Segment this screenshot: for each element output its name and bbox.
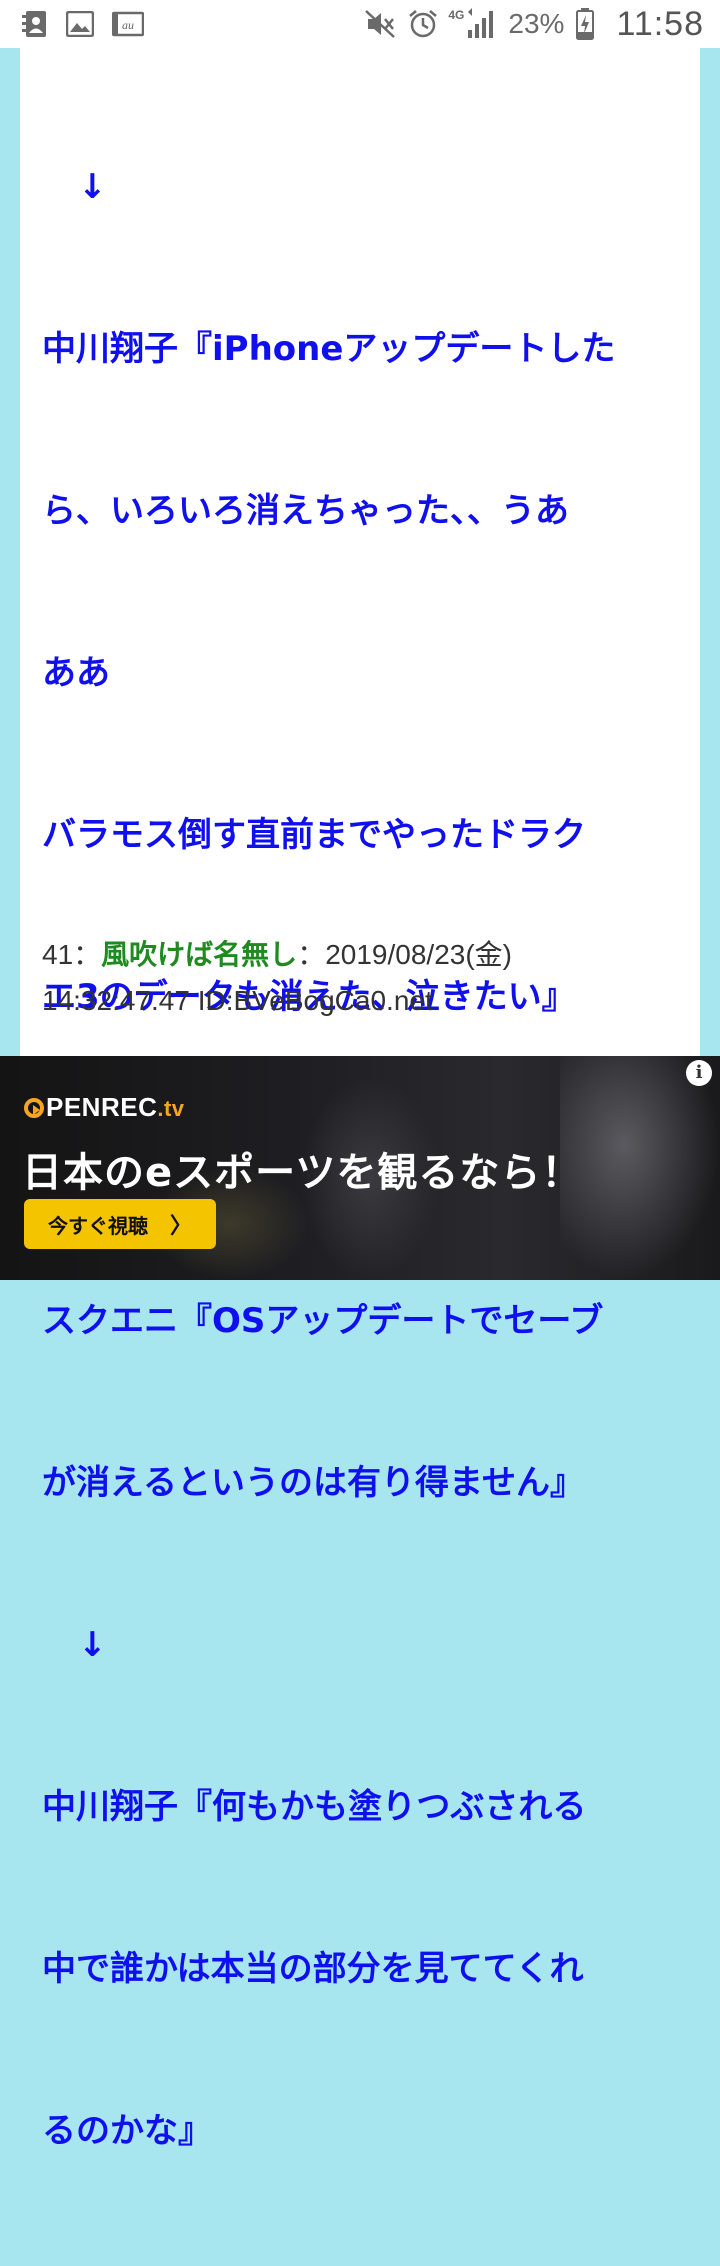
chevron-right-icon: 〉 xyxy=(169,1214,192,1239)
post-line: ら、いろいろ消えちゃった、、うあ xyxy=(42,491,569,531)
image-icon xyxy=(66,11,94,37)
play-circle-icon xyxy=(24,1098,44,1118)
meta-separator: ： xyxy=(297,939,326,970)
status-bar-left: au xyxy=(22,9,162,39)
ad-background-figure xyxy=(560,1056,720,1280)
au-icon: au xyxy=(112,10,144,38)
logo-suffix: .tv xyxy=(157,1096,185,1121)
clock: 11:58 xyxy=(616,4,704,43)
battery-percent: 23% xyxy=(508,8,565,39)
post-number[interactable]: 41 xyxy=(42,939,73,970)
logo-text: PENREC xyxy=(46,1092,158,1122)
alarm-icon xyxy=(408,9,438,39)
post-line: バラモス倒す直前までやったドラク xyxy=(42,815,586,855)
post-line: ああ xyxy=(42,653,110,693)
au-label: au xyxy=(122,18,134,32)
status-bar-right: 4G 23% 11:58 xyxy=(352,5,704,44)
watch-now-label: 今すぐ視聴 xyxy=(47,1213,148,1238)
post-line: が消えるというのは有り得ません』 xyxy=(42,1463,584,1503)
mute-icon xyxy=(364,9,396,39)
post-line: 中川翔子『iPhoneアップデートした xyxy=(42,329,616,369)
down-arrow: ↓ xyxy=(78,167,107,207)
ad-headline: 日本のeスポーツを観るなら！ xyxy=(22,1150,583,1196)
post-line: スクエニ『OSアップデートでセーブ xyxy=(42,1301,604,1341)
post-meta: 41：風吹けば名無し：2019/08/23(金) 14:32:47.47 ID:… xyxy=(42,932,682,1024)
battery-charging-icon xyxy=(576,8,595,40)
post-line: 中で誰かは本当の部分を見ててくれ xyxy=(42,1949,584,1989)
thread-content: ↓ 中川翔子『iPhoneアップデートした ら、いろいろ消えちゃった、、うあ あ… xyxy=(20,48,700,2151)
post-time-id[interactable]: 14:32:47.47 ID:BVeBogCa0.net xyxy=(42,985,433,1016)
poster-name: 風吹けば名無し xyxy=(101,938,298,971)
post-line: 中川翔子『何もかも塗りつぶされる xyxy=(42,1787,587,1827)
status-bar: au 4G 23% 11:58 xyxy=(0,0,720,48)
meta-separator: ： xyxy=(73,939,102,970)
openrec-logo: PENREC.tv xyxy=(24,1092,185,1123)
ad-info-icon[interactable]: i xyxy=(686,1060,712,1086)
network-type-label: 4G xyxy=(448,8,465,22)
ad-banner[interactable]: PENREC.tv 日本のeスポーツを観るなら！ 今すぐ視聴〉 i xyxy=(0,1056,720,1280)
post-line: るのかな』 xyxy=(42,2111,212,2151)
down-arrow: ↓ xyxy=(78,1625,107,1665)
signal-icon xyxy=(466,8,496,40)
post-date: 2019/08/23(金) xyxy=(325,939,512,970)
contact-card-icon xyxy=(22,9,48,39)
watch-now-button[interactable]: 今すぐ視聴〉 xyxy=(24,1199,216,1249)
